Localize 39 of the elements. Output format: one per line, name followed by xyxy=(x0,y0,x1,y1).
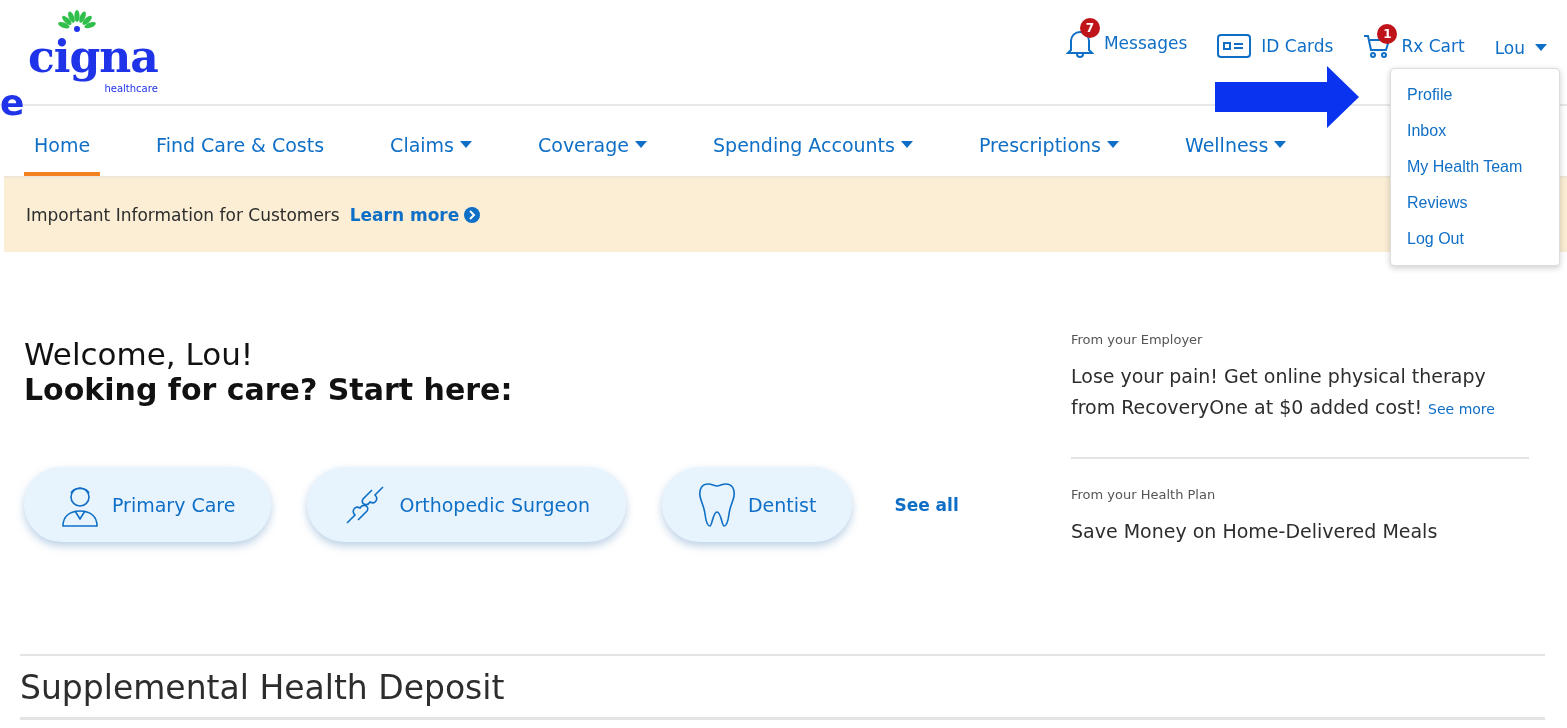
promo-headline: Lose your pain! Get online physical therapy from RecoveryOne at $0 added cost! See more xyxy=(1071,364,1496,420)
nav-tab[interactable]: Wellness xyxy=(1174,122,1297,176)
nav-tab[interactable]: Prescriptions xyxy=(968,122,1129,176)
care-prompt: Looking for care? Start here: xyxy=(24,372,514,407)
messages-link[interactable]: 7 Messages xyxy=(1065,18,1188,58)
banner-text: Important Information for Customers xyxy=(26,205,340,225)
logo-wordmark: cigna xyxy=(28,32,158,83)
cigna-logo[interactable]: cigna healthcare xyxy=(28,6,158,95)
count-badge: 7 xyxy=(1079,18,1100,38)
nav-tab[interactable]: Find Care & Costs xyxy=(146,122,335,176)
nav-tab[interactable]: Spending Accounts xyxy=(703,122,923,176)
learn-more-link[interactable]: Learn more xyxy=(349,205,481,225)
nav-tab[interactable]: Claims xyxy=(380,122,482,176)
menu-item[interactable]: Reviews xyxy=(1391,185,1559,221)
id-cards-link[interactable]: ID Cards xyxy=(1217,34,1334,58)
menu-item[interactable]: Inbox xyxy=(1391,113,1559,149)
see-all-link[interactable]: See all xyxy=(894,494,959,515)
user-menu-toggle[interactable]: Lou xyxy=(1494,38,1547,58)
chevron-circle-icon xyxy=(464,207,481,223)
promo-headline: Save Money on Home-Delivered Meals xyxy=(1071,519,1439,544)
nav-tab[interactable]: Coverage xyxy=(528,122,657,176)
id-card-icon xyxy=(1217,34,1252,58)
promo-source: From your Health Plan xyxy=(1071,487,1217,502)
caret-icon xyxy=(1535,44,1547,52)
tooth-icon xyxy=(697,481,736,528)
section-heading: Supplemental Health Deposit xyxy=(20,668,506,707)
welcome-heading: Welcome, Lou! xyxy=(24,336,255,372)
care-type-button[interactable]: Orthopedic Surgeon xyxy=(307,467,626,542)
annotation-text: e xyxy=(0,82,25,123)
logo-tagline: healthcare xyxy=(104,82,158,95)
care-type-button[interactable]: Primary Care xyxy=(24,467,272,542)
care-type-button[interactable]: Dentist xyxy=(661,467,853,542)
menu-item[interactable]: Log Out xyxy=(1391,221,1559,257)
see-more-link[interactable]: See more xyxy=(1428,401,1495,417)
menu-item[interactable]: Profile xyxy=(1391,77,1559,113)
count-badge: 1 xyxy=(1377,24,1398,44)
menu-item[interactable]: My Health Team xyxy=(1391,149,1559,185)
promo-source: From your Employer xyxy=(1071,332,1204,347)
cart-link[interactable]: 1 Rx Cart xyxy=(1363,24,1465,58)
